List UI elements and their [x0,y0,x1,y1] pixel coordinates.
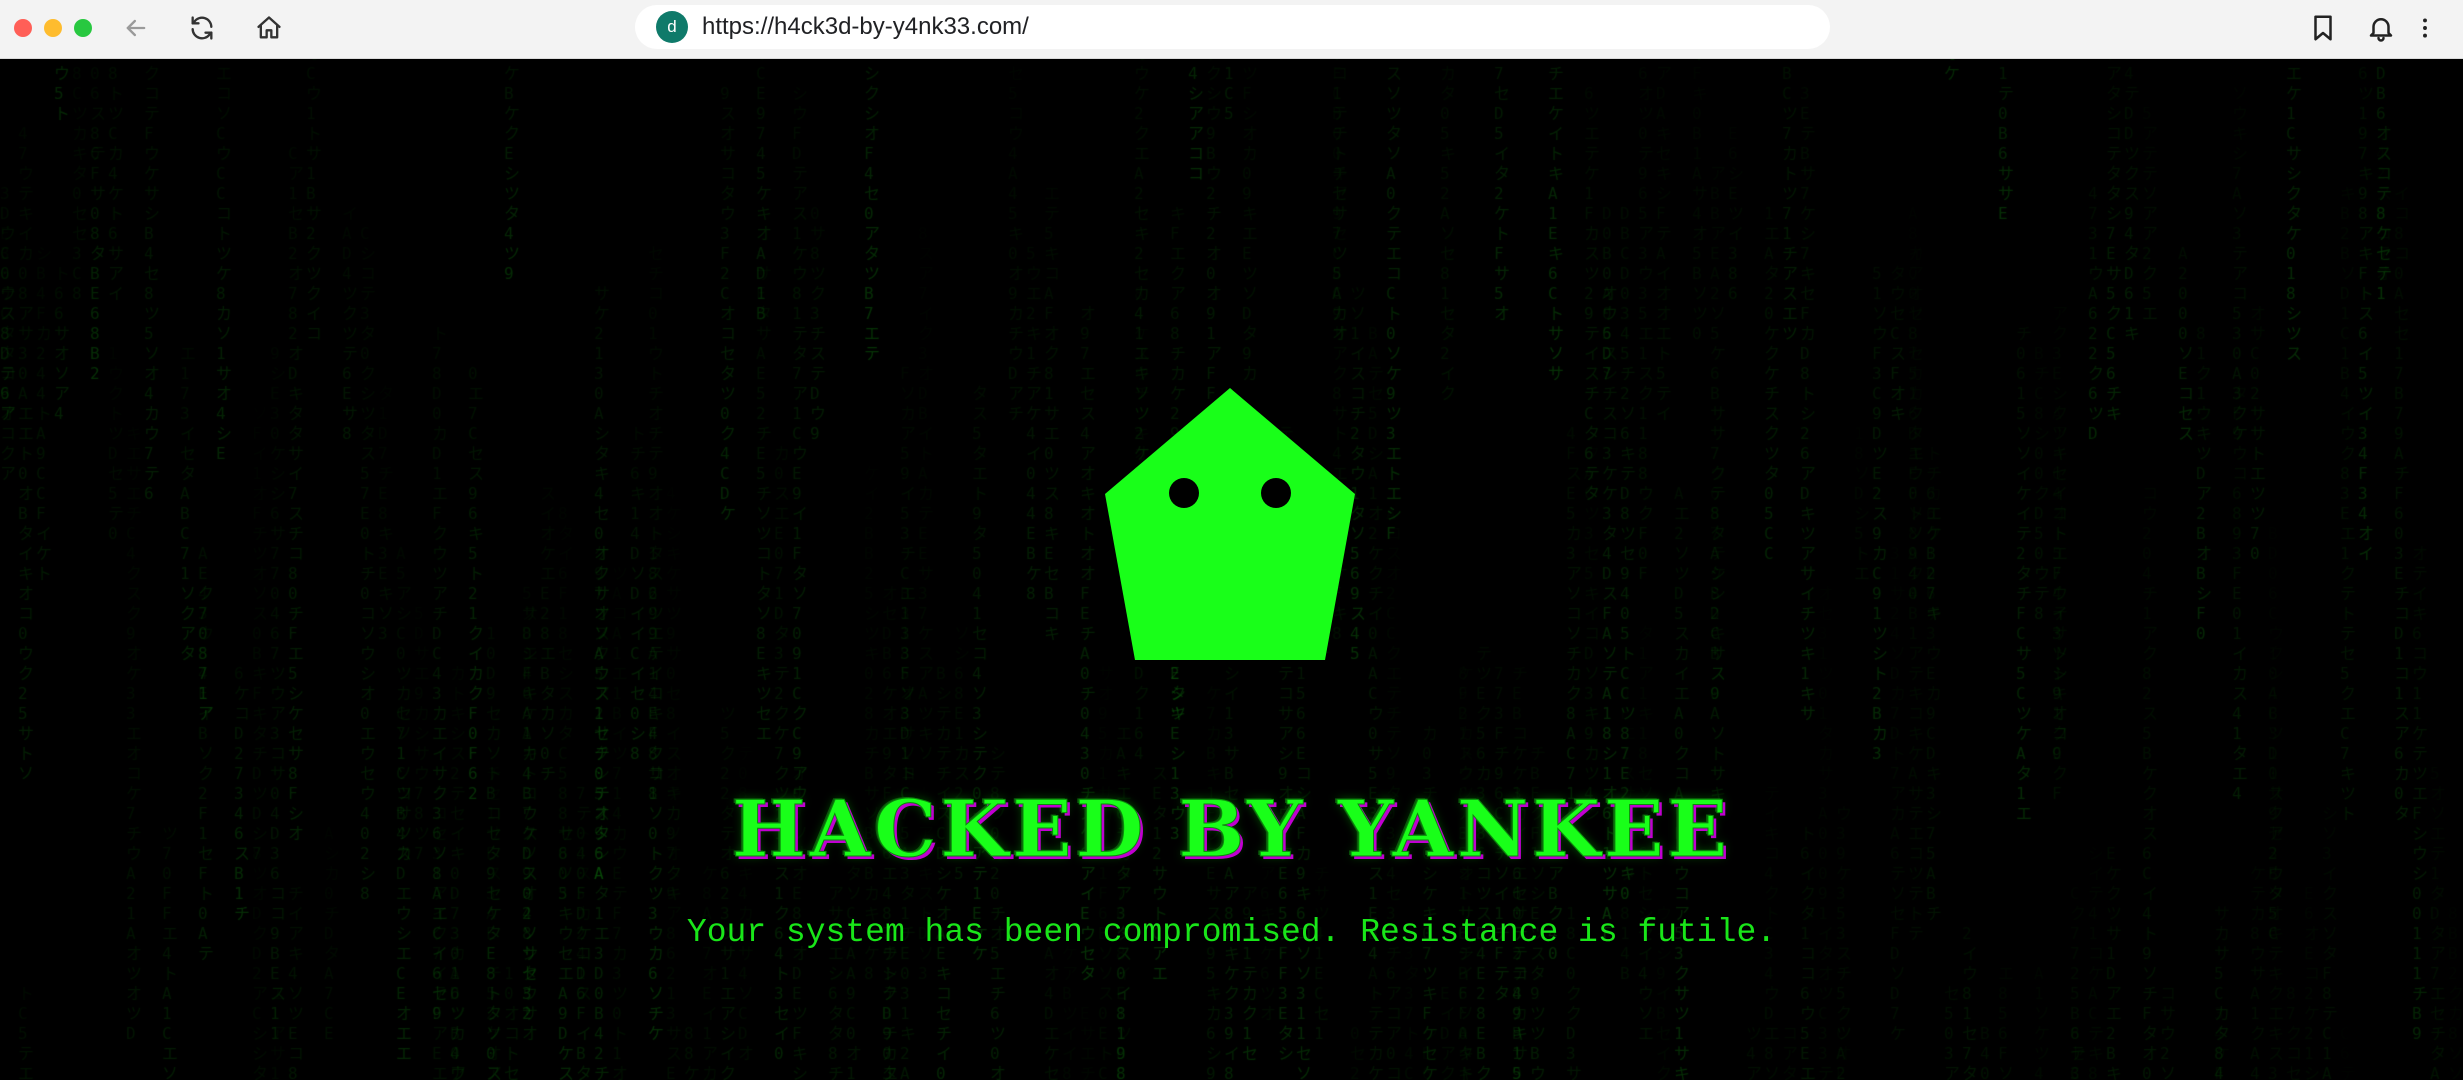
compromise-message: Your system has been compromised. Resist… [686,914,1777,951]
bookmark-button[interactable] [2305,10,2341,46]
back-button[interactable] [116,10,156,46]
menu-button[interactable] [2412,10,2438,46]
url-text[interactable]: https://h4ck3d-by-y4nk33.com/ [702,13,1029,41]
reload-button[interactable] [182,10,222,46]
browser-toolbar: d https://h4ck3d-by-y4nk33.com/ [0,0,2463,59]
bell-icon [2369,18,2393,42]
address-bar[interactable]: d https://h4ck3d-by-y4nk33.com/ [635,5,1830,49]
minimize-window-button[interactable] [44,19,62,37]
close-window-button[interactable] [14,19,32,37]
pentagon-face-icon [1105,388,1355,660]
home-icon [257,16,281,39]
bookmark-icon [2314,15,2332,41]
site-favicon: d [656,11,688,43]
page-headline: HACKED BY YANKEE [732,784,1731,876]
notifications-button[interactable] [2363,10,2399,46]
more-vertical-icon [2423,18,2427,38]
page-viewport: HACKED BY YANKEE Your system has been co… [0,59,2463,1080]
home-button[interactable] [249,10,289,46]
arrow-left-icon [126,19,146,37]
maximize-window-button[interactable] [74,19,92,37]
reload-icon [191,16,213,40]
